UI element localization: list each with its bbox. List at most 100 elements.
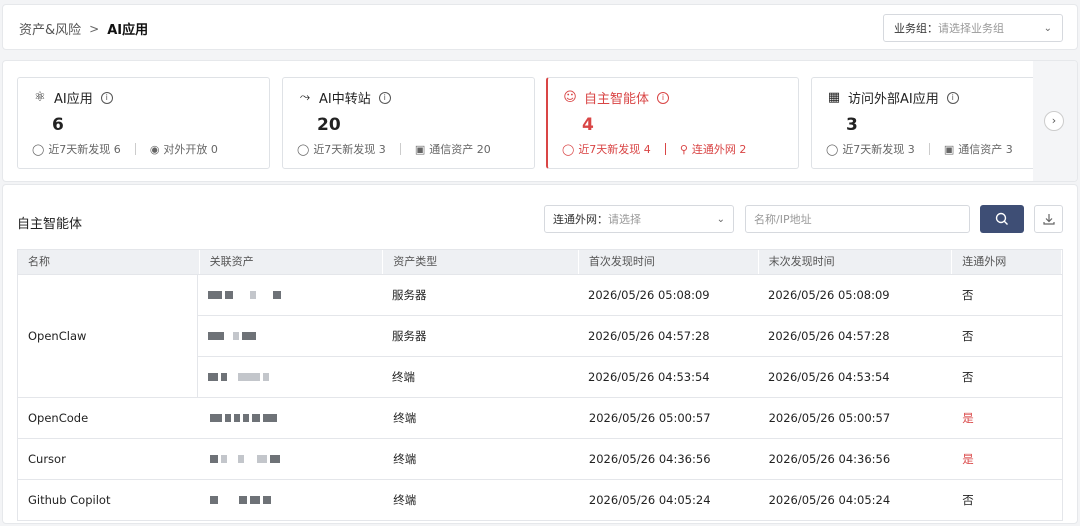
last-seen: 2026/05/26 04:05:24 [768, 493, 891, 507]
card-ai-relay[interactable]: ⤳ AI中转站 i 20 ◯ 近7天新发现 3 ▣ 通信资产 20 [282, 77, 535, 169]
first-seen: 2026/05/26 04:57:28 [588, 329, 710, 343]
card-stat-new: ◯ 近7天新发现 3 [826, 142, 915, 157]
card-stat-assets: ▣ 通信资产 20 [414, 142, 491, 157]
card-autonomous-agent[interactable]: ☺ 自主智能体 i 4 ◯ 近7天新发现 4 ⚲ 连通外网 2 [546, 77, 799, 169]
asset-type: 终端 [393, 452, 417, 466]
external-access: 是 [962, 411, 974, 425]
business-group-select[interactable]: 业务组： 请选择业务组 ⌄ [883, 14, 1063, 42]
card-stat-assets: ▣ 通信资产 3 [943, 142, 1013, 157]
ai-app-icon: ⚛ [34, 90, 46, 105]
column-header: 首次发现时间 [579, 250, 759, 274]
search-input[interactable] [745, 205, 970, 233]
agent-name: Github Copilot [28, 493, 111, 507]
last-seen: 2026/05/26 04:53:54 [768, 370, 890, 384]
table-row[interactable]: OpenCode 终端 2026/05/26 05:00:57 2026/05/… [18, 397, 1062, 438]
card-stat-external: ⚲ 连通外网 2 [679, 142, 747, 157]
business-group-label: 业务组： [894, 22, 938, 35]
external-network-filter[interactable]: 连通外网： 请选择 ⌄ [544, 205, 734, 233]
external-access: 否 [962, 288, 974, 302]
redacted-asset [208, 291, 281, 299]
download-icon [1042, 214, 1055, 225]
asset-icon: ▣ [414, 142, 426, 156]
external-access: 否 [962, 370, 974, 384]
bulb-icon: ◯ [297, 142, 310, 156]
external-access: 否 [962, 329, 974, 343]
divider [134, 143, 136, 155]
breadcrumb: 资产&风险 > AI应用 [19, 19, 149, 39]
search-icon [995, 212, 1008, 225]
last-seen: 2026/05/26 04:36:56 [768, 452, 891, 466]
network-icon: ⚲ [679, 142, 688, 156]
redacted-asset [209, 455, 280, 463]
business-group-placeholder: 请选择业务组 [938, 22, 1004, 35]
card-count: 6 [52, 115, 64, 135]
chevron-down-icon: ⌄ [716, 213, 725, 225]
stat-cards-panel: ⚛ AI应用 i 6 ◯ 近7天新发现 6 ◉ 对外开放 0 ⤳ AI中转站 i 2… [2, 60, 1078, 182]
breadcrumb-parent[interactable]: 资产&风险 [19, 19, 81, 38]
breadcrumb-current: AI应用 [107, 23, 149, 38]
divider [928, 143, 930, 155]
info-icon[interactable]: i [657, 91, 670, 104]
card-title: 自主智能体 [584, 92, 650, 107]
last-seen: 2026/05/26 04:57:28 [768, 329, 890, 343]
first-seen: 2026/05/26 04:53:54 [588, 370, 710, 384]
card-count: 4 [582, 115, 594, 135]
filter-label: 连通外网： [553, 213, 608, 226]
table-row[interactable]: Github Copilot 终端 2026/05/26 04:05:24 20… [18, 479, 1062, 520]
asset-icon: ▣ [943, 142, 955, 156]
last-seen: 2026/05/26 05:08:09 [768, 288, 890, 302]
card-title: AI中转站 [319, 92, 371, 107]
table-row[interactable]: 服务器 2026/05/26 05:08:09 2026/05/26 05:08… [198, 275, 1062, 315]
card-ai-app[interactable]: ⚛ AI应用 i 6 ◯ 近7天新发现 6 ◉ 对外开放 0 [17, 77, 270, 169]
card-count: 3 [846, 115, 858, 135]
first-seen: 2026/05/26 04:05:24 [588, 493, 711, 507]
asset-type: 服务器 [392, 329, 427, 343]
card-stat-open: ◉ 对外开放 0 [149, 142, 218, 157]
table-row[interactable]: 服务器 2026/05/26 04:57:28 2026/05/26 04:57… [198, 315, 1062, 356]
card-title: 访问外部AI应用 [848, 92, 939, 107]
agent-name: Cursor [28, 452, 66, 466]
chevron-right-icon[interactable]: › [1044, 111, 1064, 131]
first-seen: 2026/05/26 04:36:56 [588, 452, 711, 466]
card-external-ai-apps[interactable]: ▦ 访问外部AI应用 i 3 ◯ 近7天新发现 3 ▣ 通信资产 3 [811, 77, 1064, 169]
agent-list-panel: 自主智能体 连通外网： 请选择 ⌄ 名称 关联资产 资产类型 首次发现时间 末次… [2, 184, 1078, 524]
info-icon[interactable]: i [378, 91, 391, 104]
column-header: 连通外网 [952, 250, 1062, 274]
bulb-icon: ◯ [826, 142, 839, 156]
table-row[interactable]: 终端 2026/05/26 04:53:54 2026/05/26 04:53:… [198, 356, 1062, 397]
bulb-icon: ◯ [32, 142, 45, 156]
column-header: 名称 [18, 250, 200, 274]
table-row[interactable]: Cursor 终端 2026/05/26 04:36:56 2026/05/26… [18, 438, 1062, 479]
divider [664, 143, 666, 155]
download-button[interactable] [1034, 205, 1063, 233]
search-button[interactable] [980, 205, 1024, 233]
bulb-icon: ◯ [562, 142, 575, 156]
agent-name: OpenCode [28, 411, 89, 425]
agent-icon: ☺ [563, 90, 577, 105]
section-title: 自主智能体 [17, 217, 83, 232]
redacted-asset [209, 414, 277, 422]
asset-type: 终端 [392, 370, 415, 384]
carousel-next-panel: › [1033, 61, 1077, 181]
card-count: 20 [317, 115, 341, 135]
redacted-asset [208, 332, 256, 340]
filter-placeholder: 请选择 [608, 213, 641, 226]
asset-type: 终端 [393, 493, 417, 507]
globe-icon: ◉ [149, 142, 160, 156]
breadcrumb-separator: > [89, 21, 100, 36]
chevron-down-icon: ⌄ [1043, 22, 1052, 34]
redacted-asset [209, 496, 271, 504]
card-stat-new: ◯ 近7天新发现 6 [32, 142, 121, 157]
column-header: 关联资产 [200, 250, 384, 274]
info-icon[interactable]: i [946, 91, 959, 104]
card-title: AI应用 [54, 92, 93, 107]
card-stat-new: ◯ 近7天新发现 4 [562, 142, 651, 157]
first-seen: 2026/05/26 05:00:57 [588, 411, 711, 425]
column-header: 资产类型 [383, 250, 579, 274]
top-bar: 资产&风险 > AI应用 业务组： 请选择业务组 ⌄ [2, 4, 1078, 50]
apps-icon: ▦ [827, 90, 841, 105]
info-icon[interactable]: i [100, 91, 113, 104]
divider [399, 143, 401, 155]
agent-table: 名称 关联资产 资产类型 首次发现时间 末次发现时间 连通外网 OpenClaw… [17, 249, 1063, 521]
last-seen: 2026/05/26 05:00:57 [768, 411, 891, 425]
